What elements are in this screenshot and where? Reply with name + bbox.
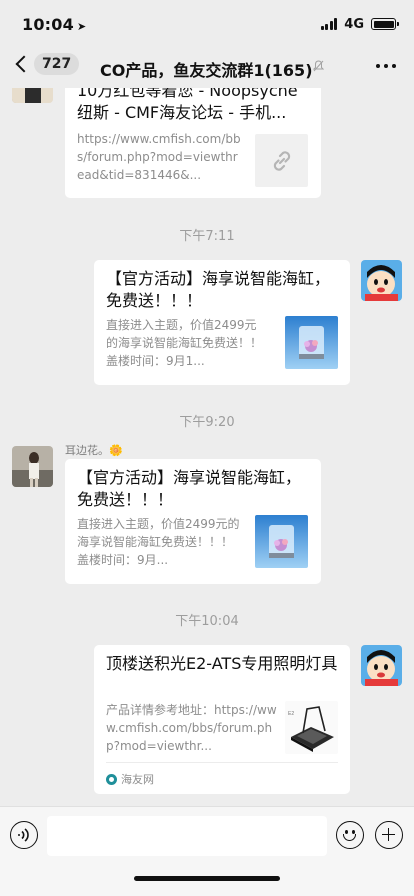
- link-card-2[interactable]: 【官方活动】海享说智能海缸，免费送！！！ 直接进入主题，价值2499元的海享说智…: [94, 260, 350, 385]
- avatar-sender[interactable]: [12, 88, 53, 103]
- home-indicator[interactable]: [134, 876, 280, 881]
- emoji-button[interactable]: [336, 821, 364, 849]
- message-input-bar: [0, 806, 414, 896]
- back-button[interactable]: 727: [12, 53, 80, 75]
- mute-bell-icon: [312, 60, 325, 75]
- source-logo-icon: [106, 773, 117, 785]
- signal-icon: [320, 18, 338, 30]
- battery-icon: [371, 18, 399, 30]
- link-card-title: 【官方活动】海享说智能海缸，免费送！！！: [77, 468, 302, 509]
- svg-text:E2: E2: [288, 711, 294, 717]
- link-icon: [255, 134, 308, 187]
- link-card-description: https://www.cmfish.com/bbs/forum.php?mod…: [77, 132, 241, 182]
- status-indicators: 4G: [320, 16, 399, 32]
- avatar-self[interactable]: [361, 260, 402, 301]
- aquarium-thumbnail: [285, 316, 338, 369]
- aquarium-thumbnail: [255, 515, 308, 568]
- status-bar: 10:04 ➤ 4G: [0, 0, 414, 48]
- link-card-title: 顶楼送积光E2-ATS专用照明灯具: [106, 654, 338, 673]
- avatar-self[interactable]: [361, 645, 402, 686]
- message-timestamp: 下午7:11: [179, 229, 235, 244]
- more-functions-button[interactable]: [375, 821, 403, 849]
- more-options-button[interactable]: [376, 64, 396, 68]
- chat-title: CO产品，鱼友交流群1(165): [100, 61, 313, 80]
- location-arrow-icon: ➤: [76, 19, 87, 33]
- link-card-title: 【官方活动】海享说智能海缸，免费送！！！: [106, 269, 331, 310]
- flower-emoji: 🌼: [109, 444, 123, 457]
- chevron-left-icon: [15, 55, 33, 73]
- message-timestamp: 下午9:20: [179, 415, 235, 430]
- status-time: 10:04 ➤: [22, 15, 86, 34]
- card-divider: [106, 762, 338, 763]
- link-card-1[interactable]: 10万红包等着您 - Noopsyche纽斯 - CMF海友论坛 - 手机...…: [65, 88, 321, 198]
- chat-header: 727 CO产品，鱼友交流群1(165): [0, 48, 414, 88]
- link-card-title: 10万红包等着您 - Noopsyche纽斯 - CMF海友论坛 - 手机...: [77, 88, 298, 122]
- network-type: 4G: [344, 16, 364, 32]
- voice-icon: [18, 828, 29, 842]
- unread-count-badge: 727: [34, 53, 80, 75]
- message-timestamp: 下午10:04: [175, 614, 239, 629]
- link-card-3[interactable]: 【官方活动】海享说智能海缸，免费送！！！ 直接进入主题，价值2499元的海享说智…: [65, 459, 321, 584]
- avatar-sender[interactable]: [12, 446, 53, 487]
- link-card-4[interactable]: 顶楼送积光E2-ATS专用照明灯具 产品详情参考地址：https://www.c…: [94, 645, 350, 794]
- sender-name: 耳边花。🌼: [65, 444, 123, 457]
- link-card-description: 产品详情参考地址：https://www.cmfish.com/bbs/foru…: [106, 703, 277, 753]
- link-source: 海友网: [106, 771, 154, 787]
- light-fixture-thumbnail: E2: [285, 701, 338, 754]
- link-card-description: 直接进入主题，价值2499元的海享说智能海缸免费送！！盖楼时间：9月1...: [106, 318, 263, 368]
- source-name: 海友网: [121, 773, 154, 786]
- clock: 10:04: [22, 14, 74, 34]
- voice-input-button[interactable]: [10, 821, 38, 849]
- link-card-description: 直接进入主题，价值2499元的海享说智能海缸免费送！！！盖楼时间：9月...: [77, 517, 240, 567]
- chat-message-list[interactable]: 10万红包等着您 - Noopsyche纽斯 - CMF海友论坛 - 手机...…: [0, 88, 414, 806]
- message-text-input[interactable]: [47, 816, 327, 856]
